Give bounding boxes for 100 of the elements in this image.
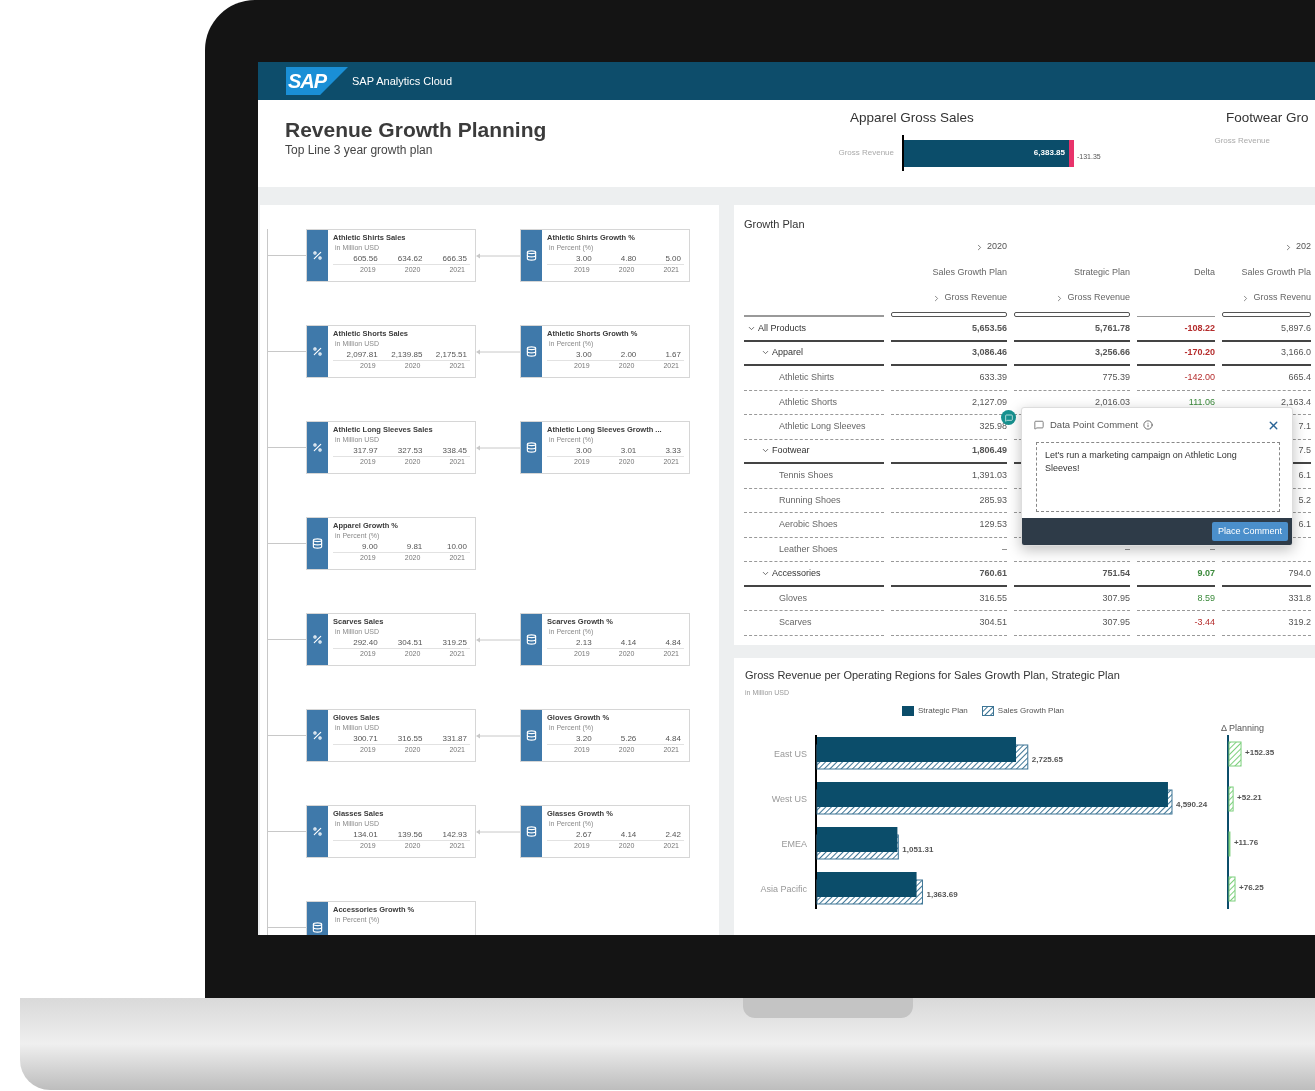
percent-icon [312, 442, 323, 453]
node-value: 2,097.81 [345, 349, 378, 360]
measure-header[interactable]: Gross Revenue [891, 291, 1007, 305]
table-cell-text: 129.53 [979, 518, 1007, 531]
node-value: 9.81 [405, 541, 423, 552]
column-group-header[interactable]: 2020 [891, 240, 1007, 254]
app-title: SAP Analytics Cloud [352, 73, 453, 89]
table-cell: 307.95 [1102, 591, 1130, 605]
info-icon[interactable] [1143, 420, 1154, 430]
arrow-connector [476, 828, 520, 835]
legend-label: Strategic Plan [918, 704, 968, 717]
row-label: Gloves [779, 591, 807, 605]
category-label: West US [771, 793, 807, 804]
table-cell: 285.93 [979, 493, 1007, 507]
node-value: 2.00 [619, 349, 637, 360]
delta-label: +76.25 [1239, 882, 1264, 892]
node-value: 1.67 [664, 349, 681, 360]
node-value: 9.00 [361, 541, 378, 552]
table-cell: – [1210, 542, 1215, 556]
legend-label: Sales Growth Plan [997, 704, 1065, 717]
table-cell: – [1002, 542, 1007, 556]
delta-chart-title: Δ Planning [1221, 722, 1265, 733]
node-value: 3.00 [575, 253, 592, 264]
table-cell: 9.07 [1197, 566, 1215, 580]
column-header: Strategic Plan [1072, 266, 1130, 280]
node-value: 2.13 [575, 637, 592, 648]
percent-icon [312, 250, 323, 261]
table-cell-text: 7.1 [1298, 420, 1311, 433]
table-cell-text: 3,166.0 [1280, 346, 1311, 359]
delta-label: +52.21 [1237, 792, 1262, 802]
node-value: 300.71 [352, 733, 378, 744]
table-cell: 5,761.78 [1094, 321, 1130, 335]
table-cell-text: 325.98 [979, 420, 1007, 433]
database-icon [526, 250, 537, 261]
percent-icon [312, 826, 323, 837]
value-label: 4,590.24 [1176, 799, 1208, 809]
row-label: Tennis Shoes [779, 469, 834, 482]
table-cell: 2,163.4 [1280, 395, 1311, 409]
table-cell: 5.2 [1298, 493, 1311, 507]
value-label: 1,051.31 [902, 844, 934, 854]
table-cell-text: 3,256.66 [1094, 346, 1130, 359]
node-value: 139.56 [396, 829, 423, 840]
node-value: 292.40 [352, 637, 378, 648]
table-cell-text: 7.5 [1298, 444, 1311, 457]
column-header: Delta [1193, 266, 1215, 280]
arrow-connector [476, 348, 520, 355]
table-cell: 111.06 [1188, 395, 1215, 409]
table-cell-text: 6.1 [1298, 469, 1311, 482]
delta-label: +152.35 [1245, 747, 1275, 757]
page-subtitle: Top Line 3 year growth plan [285, 143, 434, 157]
row-label: Running Shoes [779, 493, 841, 507]
arrow-connector [476, 636, 520, 643]
comment-field[interactable]: Let's run a marketing campaign on Athletic Long Sleeves! [1036, 442, 1280, 512]
table-cell-text: 1,806.49 [971, 444, 1007, 457]
percent-icon [312, 730, 323, 741]
table-cell: 5,653.56 [971, 321, 1007, 335]
kpi-bar: 6,383.85 [904, 139, 1069, 167]
table-cell-text: 665.4 [1288, 371, 1311, 384]
table-cell: 5,897.6 [1280, 321, 1311, 335]
node-value: 4.14 [619, 829, 637, 840]
kpi-title: Footwear Gro [1226, 109, 1310, 127]
table-cell: 794.0 [1288, 566, 1311, 580]
category-label: East US [774, 748, 807, 759]
row-label: Scarves [779, 616, 812, 629]
node-value: 4.14 [619, 637, 637, 648]
node-value: 3.00 [575, 349, 592, 360]
table-cell-text: 775.39 [1102, 371, 1130, 384]
kpi-title: Apparel Gross Sales [850, 109, 975, 127]
table-cell-text: 319.2 [1288, 616, 1311, 629]
table-cell-text: 6.1 [1298, 518, 1311, 531]
measure-header[interactable]: Gross Revenue [1014, 291, 1130, 305]
node-value: 2.67 [575, 829, 592, 840]
node-value: 2,139.85 [390, 349, 423, 360]
table-cell-text: -3.44 [1194, 616, 1215, 629]
measure-header[interactable]: Gross Revenu [1222, 291, 1311, 305]
table-cell-text: 307.95 [1102, 616, 1130, 629]
table-cell: 751.54 [1102, 566, 1130, 580]
table-cell: 331.8 [1288, 591, 1311, 605]
row-label: Footwear [772, 444, 810, 457]
database-icon [312, 538, 323, 549]
column-header: Sales Growth Plan [931, 266, 1007, 280]
column-group-header[interactable]: 202 [1222, 240, 1311, 254]
comment-marker-icon[interactable] [1001, 410, 1016, 425]
table-cell: 2,127.09 [971, 395, 1007, 409]
node-value: 4.80 [619, 253, 637, 264]
panel-title: Growth Plan [744, 217, 806, 231]
category-label: EMEA [781, 838, 807, 849]
node-value: 2,175.51 [434, 349, 467, 360]
row-label: Accessories [772, 566, 821, 580]
table-cell: -108.22 [1184, 321, 1215, 335]
table-cell: 760.61 [979, 566, 1007, 580]
delta-label: +11.76 [1233, 837, 1259, 847]
node-value: 3.20 [575, 733, 592, 744]
table-cell: 8.59 [1197, 591, 1215, 605]
database-icon [312, 922, 323, 933]
table-cell-text: -142.00 [1184, 371, 1215, 384]
node-value: 319.25 [441, 637, 467, 648]
node-value: 304.51 [396, 637, 423, 648]
node-value: 317.97 [352, 445, 378, 456]
page-title: Revenue Growth Planning [285, 117, 548, 143]
